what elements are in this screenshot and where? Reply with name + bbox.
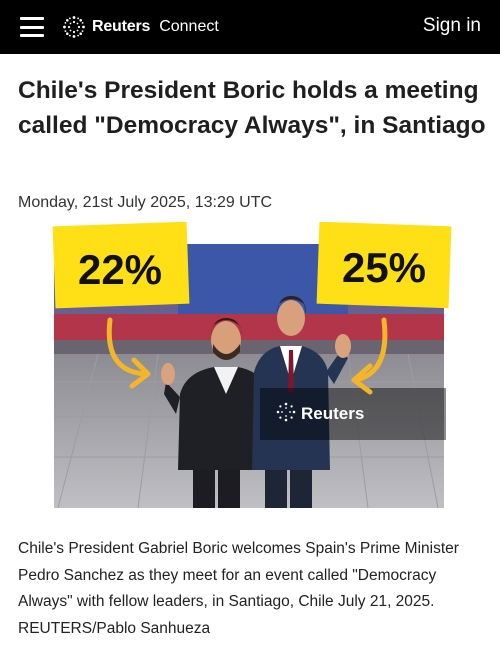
top-bar: Reuters Connect Sign in [0, 0, 500, 54]
right-percent-sticker: 25% [316, 222, 452, 309]
watermark-text: Reuters [301, 404, 364, 423]
photo-caption: Chile's President Gabriel Boric welcomes… [18, 540, 459, 637]
brand-subtitle: Connect [159, 18, 219, 35]
article-photo[interactable]: Reuters 22% 25% [18, 222, 482, 508]
reuters-watermark: Reuters [260, 388, 446, 440]
left-percent-sticker: 22% [52, 222, 190, 309]
photo-illustration: Reuters 22% 25% [52, 222, 452, 508]
brand-name: Reuters [92, 18, 151, 35]
brand-logo-link[interactable]: Reuters Connect [62, 14, 219, 40]
reuters-logo-icon [63, 16, 85, 38]
hamburger-menu-icon[interactable] [20, 17, 44, 37]
sign-in-link[interactable]: Sign in [423, 15, 481, 37]
right-percent-label: 25% [342, 244, 426, 291]
article-dateline: Monday, 21st July 2025, 13:29 UTC [18, 194, 273, 211]
article-headline: Chile's President Boric holds a meeting … [18, 77, 486, 139]
left-percent-label: 22% [78, 246, 162, 293]
